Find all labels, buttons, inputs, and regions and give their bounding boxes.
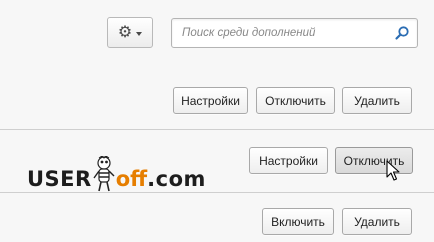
enable-button[interactable]: Включить	[262, 208, 334, 235]
settings-button[interactable]: Настройки	[173, 87, 248, 114]
chevron-down-icon	[136, 31, 143, 36]
row-divider	[0, 192, 434, 193]
remove-button[interactable]: Удалить	[342, 208, 412, 235]
mascot-icon	[93, 156, 115, 192]
row-divider	[0, 129, 434, 130]
search-input[interactable]	[172, 19, 387, 47]
disable-button[interactable]: Отключить	[335, 147, 413, 174]
logo-text-off: off	[115, 167, 148, 191]
mouse-cursor-icon	[386, 160, 400, 181]
logo-text-user: USER	[27, 167, 92, 191]
disable-button[interactable]: Отключить	[256, 87, 335, 114]
search-icon[interactable]	[394, 25, 410, 41]
logo-text-com: .com	[147, 167, 206, 191]
gear-icon: ⚙	[117, 23, 133, 41]
settings-button[interactable]: Настройки	[249, 147, 328, 174]
search-box[interactable]	[171, 18, 418, 48]
remove-button[interactable]: Удалить	[342, 87, 412, 114]
useroff-logo: USER off .com	[27, 156, 206, 192]
tools-menu-button[interactable]: ⚙	[107, 17, 153, 48]
